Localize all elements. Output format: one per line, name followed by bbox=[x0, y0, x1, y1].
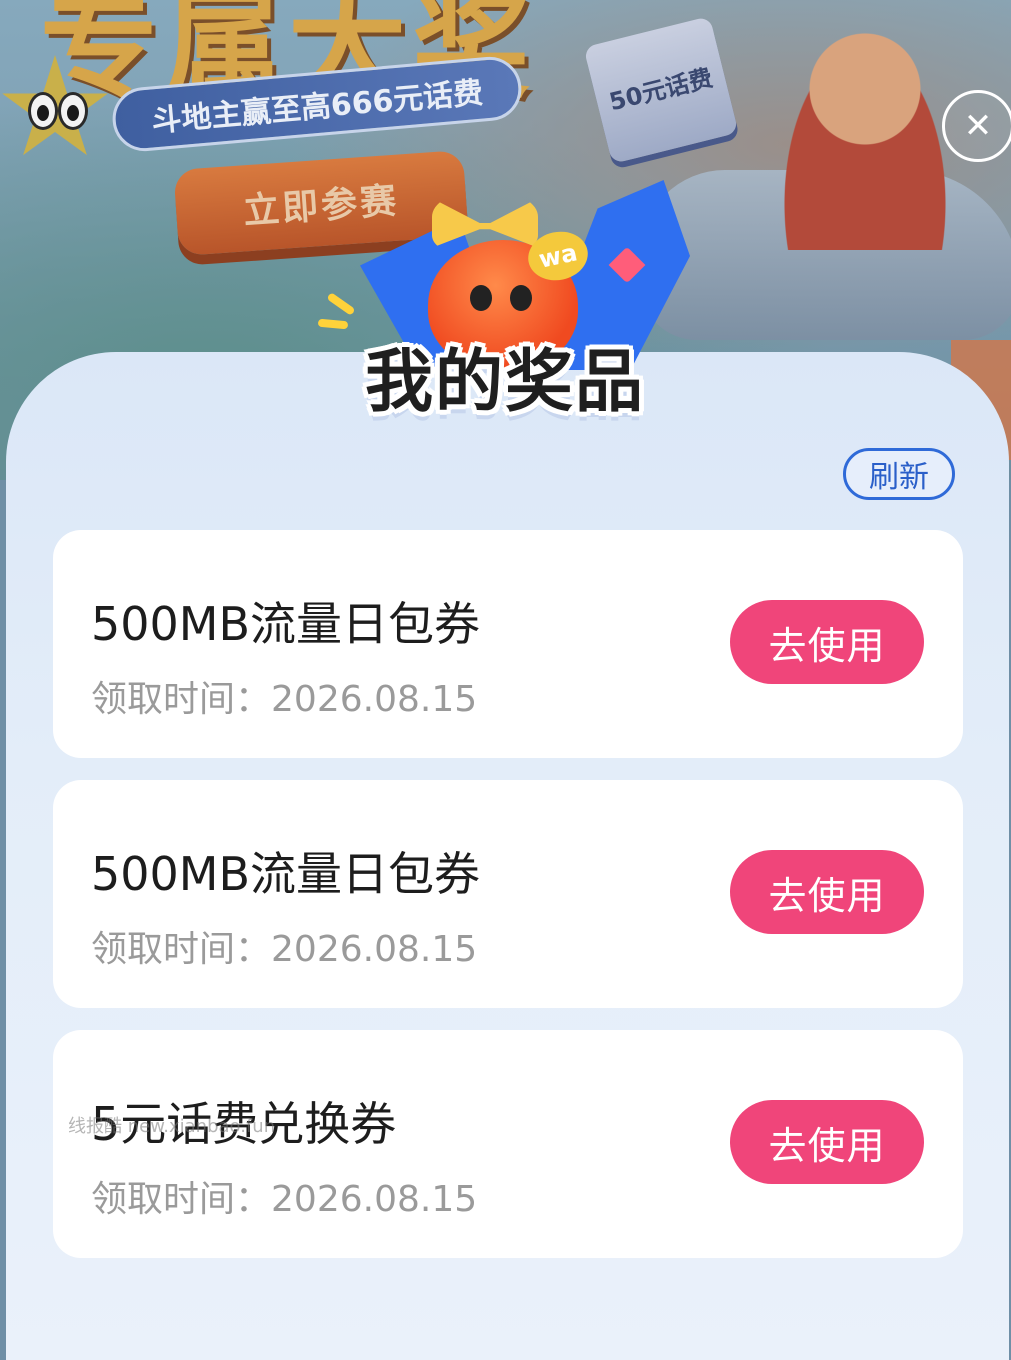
use-prize-label: 去使用 bbox=[768, 1123, 886, 1168]
phone-credit-ticket: 50元话费 bbox=[583, 16, 739, 164]
prize-card: 500MB流量日包券 领取时间：2026.08.15 去使用 bbox=[53, 530, 963, 758]
refresh-label: 刷新 bbox=[869, 460, 929, 495]
claim-time-value: 2026.08.15 bbox=[271, 929, 478, 970]
use-prize-button[interactable]: 去使用 bbox=[730, 600, 924, 684]
claim-time-label: 领取时间： bbox=[91, 679, 272, 720]
claim-time-label: 领取时间： bbox=[91, 929, 272, 970]
modal-title-text: 我的奖品 bbox=[364, 342, 645, 422]
prize-card: 5元话费兑换券 领取时间：2026.08.15 去使用 bbox=[53, 1030, 963, 1258]
character-illustration bbox=[770, 20, 960, 250]
claim-time: 领取时间：2026.08.15 bbox=[91, 920, 477, 972]
mascot-eye-icon bbox=[510, 285, 532, 311]
claim-time: 领取时间：2026.08.15 bbox=[91, 1170, 477, 1222]
prize-name: 500MB流量日包券 bbox=[91, 847, 481, 901]
prize-card: 500MB流量日包券 领取时间：2026.08.15 去使用 bbox=[53, 780, 963, 1008]
star-mascot-eye-icon bbox=[28, 92, 58, 130]
watermark: 线报酷 new.xianbao.fun bbox=[68, 1116, 276, 1137]
claim-time-label: 领取时间： bbox=[91, 1179, 272, 1220]
use-prize-button[interactable]: 去使用 bbox=[730, 850, 924, 934]
prize-name: 500MB流量日包券 bbox=[91, 597, 481, 651]
refresh-button[interactable]: 刷新 bbox=[843, 448, 955, 500]
claim-time-value: 2026.08.15 bbox=[271, 1179, 478, 1220]
claim-time: 领取时间：2026.08.15 bbox=[91, 670, 477, 722]
prize-modal: 刷新 500MB流量日包券 领取时间：2026.08.15 去使用 500MB流… bbox=[6, 352, 1009, 1360]
use-prize-button[interactable]: 去使用 bbox=[730, 1100, 924, 1184]
use-prize-label: 去使用 bbox=[768, 873, 886, 918]
close-icon: ✕ bbox=[963, 106, 993, 146]
claim-time-value: 2026.08.15 bbox=[271, 679, 478, 720]
prize-popup-screen: 专属大奖 斗地主赢至高666元话费 立即参赛 50元话费 ✕ 刷新 500MB流… bbox=[0, 0, 1011, 1360]
close-button[interactable]: ✕ bbox=[942, 90, 1011, 162]
star-mascot-eye-icon bbox=[58, 92, 88, 130]
mascot-badge-text: wa bbox=[536, 238, 580, 274]
use-prize-label: 去使用 bbox=[768, 623, 886, 668]
mascot-eye-icon bbox=[470, 285, 492, 311]
join-contest-label: 立即参赛 bbox=[241, 180, 401, 233]
modal-title: 我的奖品 bbox=[350, 330, 660, 422]
ticket-label: 50元话费 bbox=[606, 63, 716, 117]
